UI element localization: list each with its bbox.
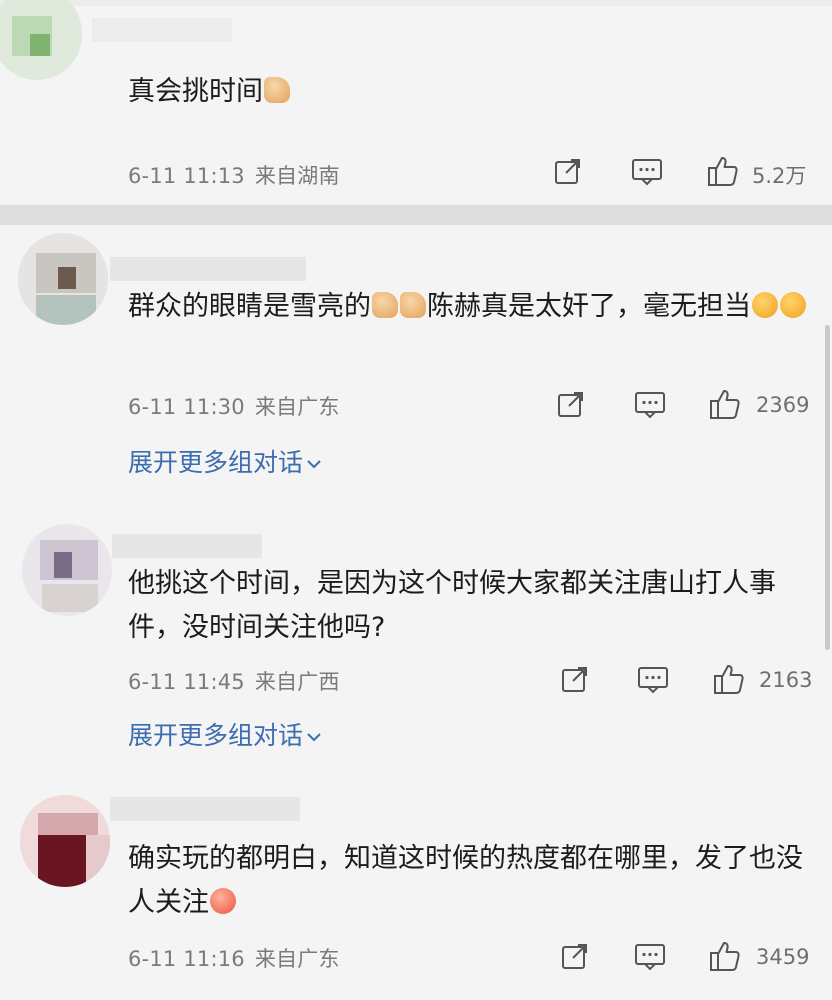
- like-icon[interactable]: [708, 939, 742, 973]
- angry-face-icon: [752, 292, 778, 318]
- comment-text: 他挑这个时间，是因为这个时候大家都关注唐山打人事件，没时间关注他吗?: [128, 568, 776, 643]
- angry-face-icon: [780, 292, 806, 318]
- thumbs-up-icon: [372, 292, 398, 318]
- comment-text: 群众的眼睛是雪亮的 陈赫真是太奸了，毫无担当: [128, 285, 818, 329]
- comment-location: 来自湖南: [254, 164, 340, 188]
- comment-location: 来自广东: [254, 395, 340, 419]
- like-count: 5.2万: [752, 164, 807, 188]
- comment-date: 6-11 11:30: [128, 395, 245, 419]
- share-icon[interactable]: [556, 389, 586, 419]
- like-icon[interactable]: [706, 154, 740, 188]
- section-divider: [0, 205, 832, 225]
- share-icon[interactable]: [560, 664, 590, 694]
- like-icon[interactable]: [712, 662, 746, 696]
- username-blurred[interactable]: [112, 534, 262, 558]
- share-icon[interactable]: [553, 156, 583, 186]
- comment-icon[interactable]: [634, 390, 666, 420]
- like-count: 2369: [756, 393, 810, 417]
- scrollbar[interactable]: [825, 325, 830, 650]
- thumbs-up-icon: [400, 292, 426, 318]
- thumbs-up-icon: [264, 77, 290, 103]
- comment-meta: 6-11 11:30 来自广东: [128, 391, 340, 421]
- chevron-down-icon: [307, 719, 321, 748]
- avatar[interactable]: [20, 795, 110, 887]
- comment-meta: 6-11 11:16 来自广东: [128, 943, 340, 973]
- like-icon[interactable]: [708, 387, 742, 421]
- username-blurred[interactable]: [110, 257, 306, 281]
- expand-conversation-link[interactable]: 展开更多组对话: [128, 443, 321, 479]
- like-count: 3459: [756, 945, 810, 969]
- chevron-down-icon: [307, 446, 321, 475]
- comment-text: 真会挑时间: [128, 70, 818, 114]
- comment-meta: 6-11 11:45 来自广西: [128, 666, 340, 696]
- comment-location: 来自广东: [254, 947, 340, 971]
- username-blurred[interactable]: [110, 797, 300, 821]
- comment-icon[interactable]: [631, 157, 663, 187]
- username-blurred[interactable]: [92, 18, 232, 42]
- comment-date: 6-11 11:16: [128, 947, 245, 971]
- laughing-face-icon: [210, 888, 236, 914]
- comment-date: 6-11 11:13: [128, 164, 245, 188]
- like-count: 2163: [759, 668, 813, 692]
- comment-date: 6-11 11:45: [128, 670, 245, 694]
- comment-text: 确实玩的都明白，知道这时候的热度都在哪里，发了也没人关注: [128, 843, 803, 918]
- comment-icon[interactable]: [637, 665, 669, 695]
- top-divider: [0, 0, 832, 6]
- comment-meta: 6-11 11:13 来自湖南: [128, 160, 340, 190]
- expand-conversation-link[interactable]: 展开更多组对话: [128, 716, 321, 752]
- avatar[interactable]: [18, 233, 108, 325]
- avatar[interactable]: [0, 0, 82, 80]
- comment-location: 来自广西: [254, 670, 340, 694]
- avatar[interactable]: [22, 524, 112, 616]
- share-icon[interactable]: [560, 941, 590, 971]
- comment-icon[interactable]: [634, 942, 666, 972]
